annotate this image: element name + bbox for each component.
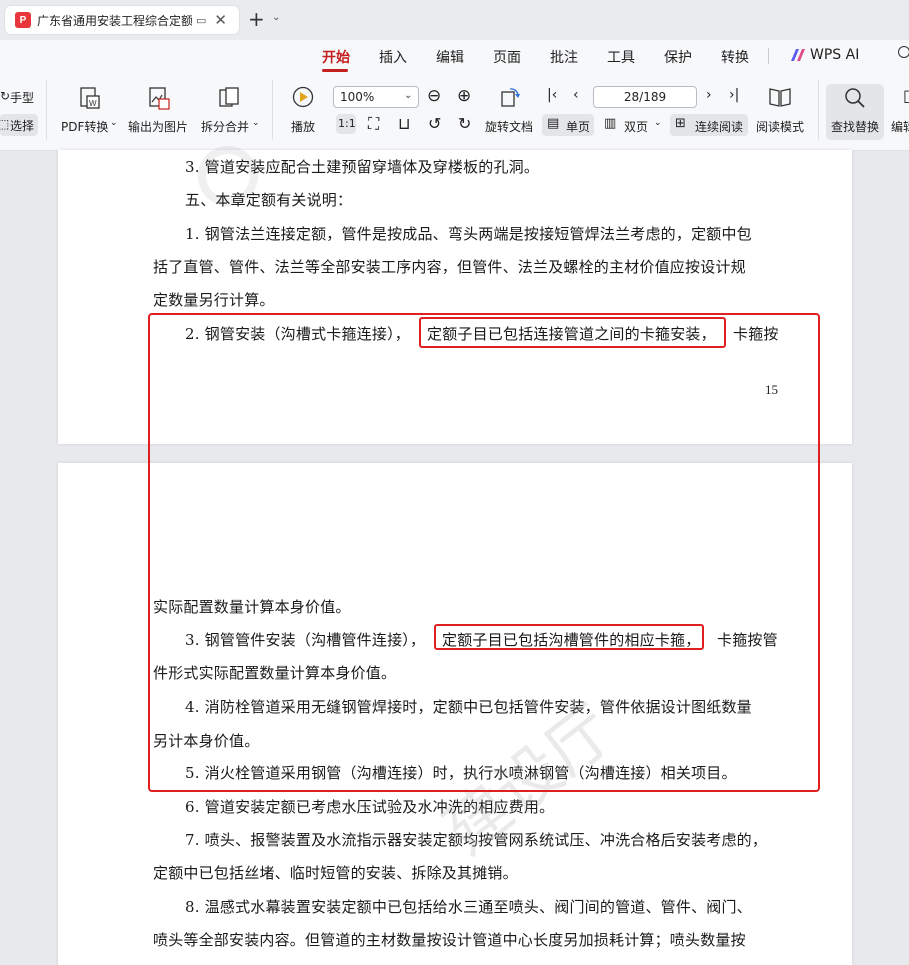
first-page-icon[interactable]: |‹ (547, 87, 557, 103)
reading-mode-button[interactable]: 阅读模式 (756, 118, 804, 135)
wps-ai-button[interactable]: WPS AI (810, 47, 859, 63)
play-icon (292, 86, 314, 108)
search-icon (845, 88, 865, 108)
menu-convert[interactable]: 转换 (721, 47, 749, 67)
toolbar-divider (46, 80, 47, 140)
chevron-down-icon[interactable]: ⌄ (654, 118, 662, 128)
chevron-down-icon[interactable]: ⌄ (272, 12, 280, 23)
menu-protect[interactable]: 保护 (664, 47, 692, 67)
find-replace-button[interactable]: 查找替换 (831, 118, 879, 135)
toolbar-divider (818, 80, 819, 140)
doc-line: 3. 管道安装应配合土建预留穿墙体及穿楼板的孔洞。 (185, 158, 540, 176)
select-tool-label[interactable]: 选择 (10, 117, 34, 134)
menu-annotate[interactable]: 批注 (550, 47, 578, 67)
doc-line: 定额中已包括丝堵、临时短管的安装、拆除及其摊销。 (153, 864, 518, 882)
edit-button[interactable]: 编辑 (891, 118, 909, 135)
toolbar-divider (272, 80, 273, 140)
continuous-icon: ⊞ (675, 116, 686, 131)
menu-home[interactable]: 开始 (322, 47, 350, 67)
share-icon[interactable] (898, 46, 909, 58)
page-number-input[interactable]: 28/189 (593, 86, 697, 108)
pdf-app-icon: P (15, 12, 31, 28)
zoom-in-icon[interactable]: ⊕ (457, 86, 471, 106)
doc-line: 定数量另行计算。 (153, 291, 275, 309)
menu-tools[interactable]: 工具 (607, 47, 635, 67)
last-page-icon[interactable]: ›| (729, 87, 739, 103)
hand-tool-label[interactable]: 手型 (10, 89, 34, 106)
doc-line: 8. 温感式水幕装置安装定额中已包括给水三通至喷头、阀门间的管道、管件、阀门、 (185, 898, 752, 916)
rotate-left-icon[interactable]: ↺ (428, 114, 441, 133)
book-icon (769, 88, 791, 107)
fit-width-icon[interactable]: ⊔ (398, 114, 410, 133)
new-tab-button[interactable]: + (248, 7, 265, 31)
chevron-down-icon[interactable]: ⌄ (110, 118, 118, 128)
prev-page-icon[interactable]: ‹ (573, 87, 579, 103)
rotate-right-icon[interactable]: ↻ (458, 114, 471, 133)
edit-icon: ▯ (903, 86, 909, 105)
play-button[interactable]: 播放 (291, 118, 315, 135)
single-page-button[interactable]: 单页 (566, 118, 590, 135)
rotate-doc-button[interactable]: 旋转文档 (485, 118, 533, 135)
next-page-icon[interactable]: › (706, 87, 712, 103)
hand-icon: ↻ (0, 89, 11, 103)
double-page-button[interactable]: 双页 (624, 118, 648, 135)
highlight-box (434, 624, 704, 650)
menu-bar: 开始 插入 编辑 页面 批注 工具 保护 转换 (0, 40, 909, 72)
chevron-down-icon[interactable]: ⌄ (404, 90, 412, 101)
pdf-convert-button[interactable]: PDF转换 (61, 118, 108, 135)
tab-title: 广东省通用安装工程综合定额 (37, 13, 192, 28)
svg-text:W: W (89, 99, 97, 108)
highlight-region-box (148, 313, 820, 792)
doc-line: 括了直管、管件、法兰等全部安装工序内容，但管件、法兰及螺栓的主材价值应按设计规 (153, 258, 746, 276)
document-tab[interactable]: P 广东省通用安装工程综合定额 ▭ ✕ (4, 5, 240, 35)
menu-divider (768, 48, 769, 64)
toolbar (0, 72, 909, 151)
doc-line: 喷头等全部安装内容。但管道的主材数量按设计管道中心长度另加损耗计算；喷头数量按 (153, 931, 746, 949)
menu-page[interactable]: 页面 (493, 47, 521, 67)
rotate-icon (501, 88, 520, 107)
pdf-convert-icon: W (80, 87, 100, 109)
single-page-icon: ▤ (547, 116, 560, 131)
chevron-down-icon[interactable]: ⌄ (252, 118, 260, 128)
doc-line: 五、本章定额有关说明： (185, 191, 353, 209)
select-icon: ⬚ (0, 117, 10, 131)
wps-ai-icon (791, 49, 805, 61)
actual-size-icon[interactable]: 1:1 (338, 117, 356, 130)
doc-line: 1. 钢管法兰连接定额，管件是按成品、弯头两端是按接短管焊法兰考虑的，定额中包 (185, 225, 752, 243)
split-merge-button[interactable]: 拆分合并 (201, 118, 249, 135)
continuous-read-button[interactable]: 连续阅读 (695, 118, 743, 135)
highlight-box (419, 317, 726, 348)
menu-insert[interactable]: 插入 (379, 47, 407, 67)
double-page-icon: ▥ (604, 116, 617, 131)
monitor-icon[interactable]: ▭ (196, 14, 206, 27)
menu-edit[interactable]: 编辑 (436, 47, 464, 67)
fit-page-icon[interactable]: ⛶ (368, 114, 379, 134)
export-image-button[interactable]: 输出为图片 (128, 118, 188, 135)
title-bar: P 广东省通用安装工程综合定额 ▭ ✕ + ⌄ (0, 0, 909, 40)
export-image-icon (149, 87, 170, 110)
close-icon[interactable]: ✕ (214, 11, 227, 29)
zoom-out-icon[interactable]: ⊖ (427, 86, 441, 106)
split-merge-icon (219, 87, 239, 107)
